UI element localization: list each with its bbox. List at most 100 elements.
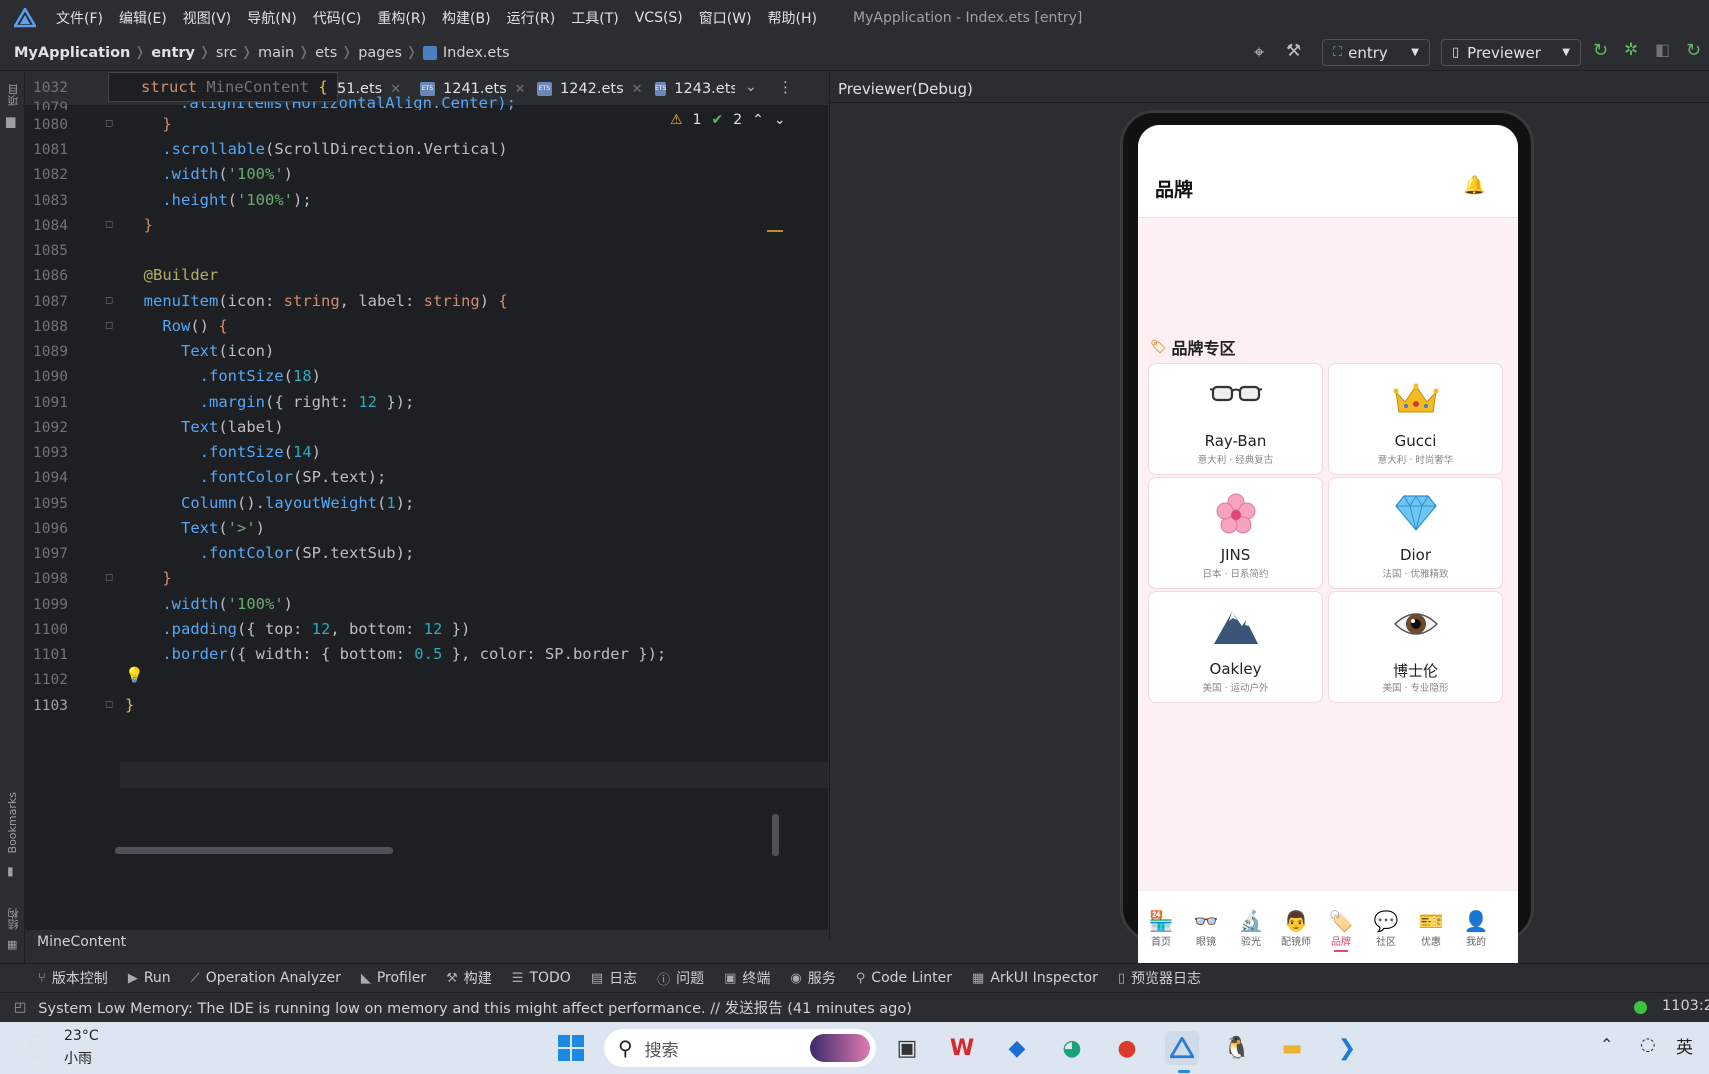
menu-vcs[interactable]: VCS(S) (635, 10, 683, 26)
menu-tools[interactable]: 工具(T) (571, 8, 618, 28)
tab-1242[interactable]: ETS 1242.ets ✕ (537, 72, 643, 106)
ime-indicator[interactable]: 英 (1676, 1033, 1693, 1058)
menu-edit[interactable]: 编辑(E) (119, 8, 167, 28)
brand-card-gucci[interactable]: Gucci 意大利 · 时尚奢华 (1328, 363, 1503, 475)
breadcrumb-main[interactable]: main (258, 45, 294, 61)
layout-icon[interactable]: ◰ (14, 1000, 26, 1015)
nav-brand[interactable]: 🏷️ 品牌 (1319, 909, 1363, 952)
fold-icon[interactable]: ◻ (105, 118, 113, 129)
feishu-icon[interactable]: ◆ (1000, 1031, 1034, 1065)
hammer-icon[interactable]: ⚒ (1286, 41, 1301, 61)
tool-run[interactable]: ▶ Run (128, 970, 171, 986)
brand-card-oakley[interactable]: Oakley 美国 · 运动户外 (1148, 591, 1323, 703)
fold-icon[interactable]: ◻ (105, 295, 113, 306)
breadcrumb-file[interactable]: Index.ets (443, 45, 510, 61)
caret-position[interactable]: 1103:2 (1662, 998, 1709, 1014)
breadcrumb-ets[interactable]: ets (315, 45, 337, 61)
menu-navigate[interactable]: 导航(N) (247, 8, 296, 28)
tool-code-linter[interactable]: ⚲ Code Linter (856, 970, 952, 986)
device-screen[interactable]: 品牌 🔔 🏷 品牌专区 Ray-Ban 意大利 · 经典复古 Gucci 意大利… (1138, 125, 1518, 991)
inspection-widget[interactable]: ⚠ 1 ✔ 2 ⌃ ⌄ (670, 112, 786, 128)
chevron-up-icon[interactable]: ⌃ (752, 112, 764, 128)
nav-mine[interactable]: 👤 我的 (1454, 909, 1498, 948)
chevron-down-icon[interactable]: ⌄ (745, 79, 757, 95)
fold-icon[interactable]: ◻ (105, 320, 113, 331)
tool-problems[interactable]: ⓘ 问题 (657, 968, 704, 988)
target-icon[interactable]: ⌖ (1254, 42, 1264, 63)
taskbar-search[interactable]: ⚲ 搜索 (604, 1029, 876, 1067)
chevron-down-icon[interactable]: ⌄ (774, 112, 786, 128)
deveco-studio-icon[interactable] (1165, 1031, 1199, 1065)
breadcrumb-src[interactable]: src (216, 45, 237, 61)
brand-card-bausch-lomb[interactable]: 博士伦 美国 · 专业隐形 (1328, 591, 1503, 703)
menu-file[interactable]: 文件(F) (56, 8, 103, 28)
attach-debugger-icon[interactable]: ◧ (1655, 40, 1670, 59)
bookmarks-tool-button[interactable]: Bookmarks (6, 792, 19, 853)
menu-view[interactable]: 视图(V) (183, 8, 232, 28)
chevron-up-icon[interactable]: ⌃ (1600, 1035, 1613, 1054)
breadcrumb-project[interactable]: MyApplication (14, 45, 130, 61)
brand-card-rayban[interactable]: Ray-Ban 意大利 · 经典复古 (1148, 363, 1323, 475)
tool-log[interactable]: ▤ 日志 (591, 968, 637, 988)
bell-icon[interactable]: 🔔 (1463, 175, 1485, 196)
nav-glasses[interactable]: 👓 眼镜 (1184, 909, 1228, 948)
project-tool-button[interactable]: 项目 (6, 84, 22, 106)
run-config-select[interactable]: ▯ Previewer ▼ (1441, 39, 1581, 66)
tool-todo[interactable]: ☰ TODO (512, 970, 571, 986)
tool-version-control[interactable]: ⑂ 版本控制 (38, 968, 108, 988)
network-icon[interactable]: ◌ (1640, 1034, 1656, 1055)
more-vertical-icon[interactable]: ⋮ (778, 78, 793, 96)
structure-tool-button[interactable]: 结构 (6, 908, 22, 930)
code-editor[interactable]: 51.ets ✕ ETS 1241.ets ✕ ETS 1242.ets ✕ ETS 124… (25, 72, 828, 954)
nav-optician[interactable]: 👨 配镜师 (1274, 909, 1318, 948)
nav-optometry[interactable]: 🔬 验光 (1229, 909, 1273, 948)
weather-description[interactable]: 小雨 (64, 1048, 92, 1068)
weather-icon[interactable]: 🌦 (22, 1032, 55, 1062)
nav-coupons[interactable]: 🎫 优惠 (1409, 909, 1453, 948)
menu-build[interactable]: 构建(B) (442, 8, 491, 28)
debug-icon[interactable]: ✲ (1624, 40, 1638, 60)
breadcrumb-module[interactable]: entry (151, 45, 195, 61)
tool-arkui-inspector[interactable]: ▦ ArkUI Inspector (972, 970, 1098, 986)
tool-build[interactable]: ⚒ 构建 (446, 968, 492, 988)
tab-1243[interactable]: ETS 1243.ets (655, 72, 735, 106)
horizontal-scrollbar[interactable] (115, 847, 393, 854)
warning-stripe-marker[interactable] (767, 230, 783, 232)
status-indicator-icon[interactable] (1634, 1001, 1647, 1014)
tool-profiler[interactable]: ◣ Profiler (361, 970, 426, 986)
status-message[interactable]: System Low Memory: The IDE is running lo… (38, 997, 912, 1018)
menu-code[interactable]: 代码(C) (313, 8, 362, 28)
menu-window[interactable]: 窗口(W) (699, 8, 752, 28)
close-icon[interactable]: ✕ (632, 82, 643, 97)
close-icon[interactable]: ✕ (515, 82, 526, 97)
rerun-icon[interactable]: ↻ (1593, 40, 1608, 61)
nav-home[interactable]: 🏪 首页 (1139, 909, 1183, 948)
file-explorer-icon[interactable]: ▬ (1275, 1031, 1309, 1065)
tool-terminal[interactable]: ▣ 终端 (724, 968, 770, 988)
windows-start-icon[interactable] (554, 1031, 588, 1065)
fold-icon[interactable]: ◻ (105, 572, 113, 583)
wps-icon[interactable]: W (945, 1031, 979, 1065)
edge-icon[interactable]: ◕ (1055, 1031, 1089, 1065)
weather-temperature[interactable]: 23°C (64, 1028, 99, 1044)
editor-footer-breadcrumb[interactable]: MineContent (25, 930, 828, 954)
task-view-icon[interactable]: ▣ (890, 1031, 924, 1065)
module-select[interactable]: ⛶ entry ▼ (1322, 39, 1430, 66)
breadcrumb-pages[interactable]: pages (358, 45, 402, 61)
tool-services[interactable]: ◉ 服务 (790, 968, 835, 988)
brand-card-jins[interactable]: JINS 日本 · 日系简约 (1148, 477, 1323, 589)
tool-operation-analyzer[interactable]: ⟋ Operation Analyzer (191, 970, 341, 986)
tool-previewer-log[interactable]: ▯ 预览器日志 (1118, 968, 1201, 988)
brand-card-dior[interactable]: Dior 法国 · 优雅精致 (1328, 477, 1503, 589)
reload-icon[interactable]: ↻ (1686, 40, 1701, 61)
menu-refactor[interactable]: 重构(R) (377, 8, 426, 28)
vscode-icon[interactable]: ❯ (1330, 1031, 1364, 1065)
menu-run[interactable]: 运行(R) (507, 8, 556, 28)
pdf-icon[interactable]: ● (1110, 1031, 1144, 1065)
nav-community[interactable]: 💬 社区 (1364, 909, 1408, 948)
qq-icon[interactable]: 🐧 (1220, 1031, 1254, 1065)
lightbulb-icon[interactable]: 💡 (125, 666, 144, 684)
vertical-scrollbar[interactable] (772, 814, 779, 856)
fold-icon[interactable]: ◻ (105, 699, 113, 710)
menu-help[interactable]: 帮助(H) (768, 8, 817, 28)
